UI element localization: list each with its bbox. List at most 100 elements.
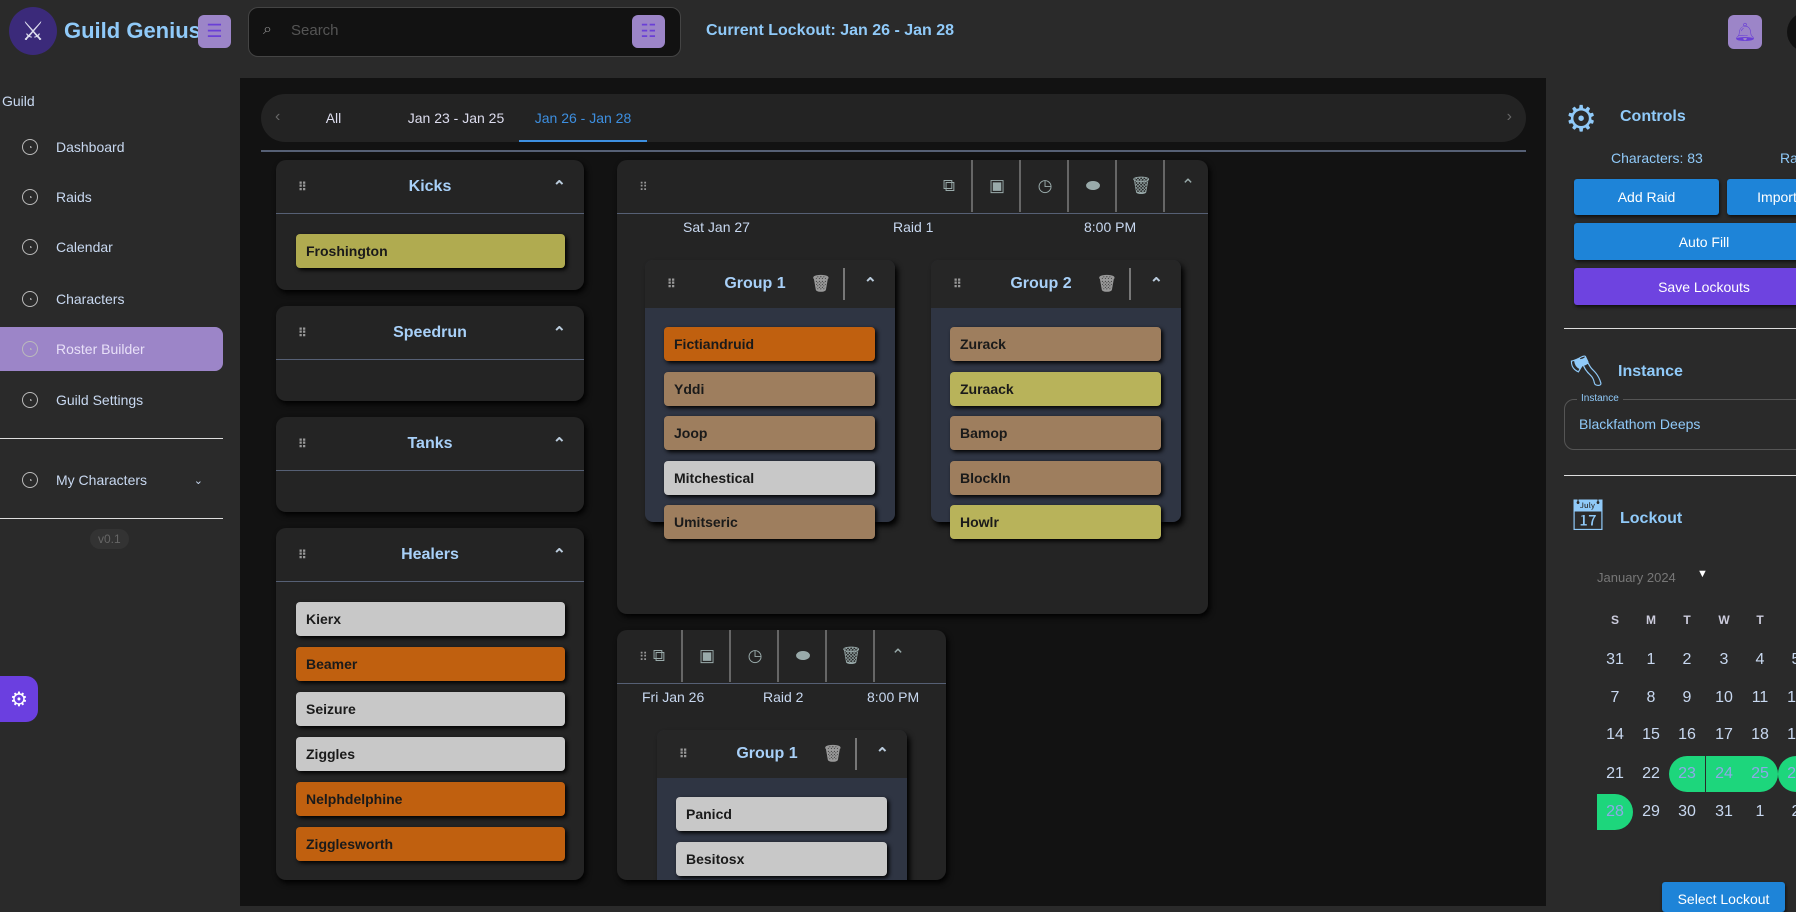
drag-handle-icon[interactable]: ⠿ xyxy=(298,326,307,340)
chevrons-up-icon[interactable]: ⌃ xyxy=(864,274,877,294)
character-chip[interactable]: Blockln xyxy=(950,460,1161,495)
character-chip[interactable]: Besitosx xyxy=(676,841,887,876)
calendar-day[interactable]: 9 xyxy=(1669,680,1705,716)
character-chip[interactable]: Mitchestical xyxy=(664,460,875,495)
calendar-day[interactable]: 24 xyxy=(1706,756,1742,792)
sidebar-item-roster-builder[interactable]: ◔ Roster Builder xyxy=(0,327,223,371)
chevron-right-icon[interactable]: › xyxy=(1507,108,1512,126)
sidebar-item-guild-settings[interactable]: ◔ Guild Settings xyxy=(0,378,223,422)
calendar-day[interactable]: 22 xyxy=(1633,756,1669,792)
character-chip[interactable]: Kierx xyxy=(296,602,565,636)
notifications-button[interactable]: 🔔︎ xyxy=(1728,15,1762,49)
library-add-button[interactable]: ⧉ xyxy=(637,630,683,682)
drag-handle-icon[interactable]: ⠿ xyxy=(298,180,307,194)
character-chip[interactable]: Froshington xyxy=(296,234,565,268)
sidebar-item-raids[interactable]: ◔ Raids xyxy=(0,175,223,219)
character-chip[interactable]: Zigglesworth xyxy=(296,827,565,861)
character-chip[interactable]: Nelphdelphine xyxy=(296,782,565,816)
chevrons-up-icon[interactable]: ⌃ xyxy=(876,744,889,764)
trash-icon[interactable]: 🗑︎ xyxy=(811,274,831,294)
character-chip[interactable]: Joop xyxy=(664,416,875,450)
filter-button[interactable]: ☷ xyxy=(632,15,665,48)
drag-handle-icon[interactable]: ⠿ xyxy=(298,548,307,562)
tab-lockout[interactable]: Jan 26 - Jan 28 xyxy=(519,94,647,142)
avatar[interactable] xyxy=(1787,12,1796,52)
trash-icon[interactable]: 🗑︎ xyxy=(823,744,843,764)
calendar-day[interactable]: 19 xyxy=(1778,717,1796,753)
menu-button[interactable]: ☰ xyxy=(198,15,231,48)
character-chip[interactable]: Fictiandruid xyxy=(664,327,875,361)
calendar-day[interactable]: 1 xyxy=(1633,642,1669,678)
chevrons-up-icon[interactable]: ⌃ xyxy=(553,545,566,565)
toggle-button[interactable]: ⬬ xyxy=(1071,160,1117,212)
trash-icon[interactable]: 🗑︎ xyxy=(1097,274,1117,294)
instance-select[interactable]: Instance Blackfathom Deeps xyxy=(1564,393,1796,450)
sidebar-item-characters[interactable]: ◔ Characters xyxy=(0,277,223,321)
character-chip[interactable]: Zuraack xyxy=(950,371,1161,406)
library-add-button[interactable]: ⧉ xyxy=(927,160,973,212)
chevron-left-icon[interactable]: ‹ xyxy=(275,108,280,126)
character-chip[interactable]: Umitseric xyxy=(664,505,875,539)
chevrons-up-button[interactable]: ⌃ xyxy=(875,630,921,682)
calendar-day[interactable]: 14 xyxy=(1597,717,1633,753)
drag-handle-icon[interactable]: ⠿ xyxy=(667,277,676,291)
calendar-day[interactable]: 8 xyxy=(1633,680,1669,716)
calendar-day[interactable]: 4 xyxy=(1742,642,1778,678)
calendar-day[interactable]: 23 xyxy=(1669,756,1705,792)
character-chip[interactable]: Bamop xyxy=(950,416,1161,450)
calendar-day[interactable]: 31 xyxy=(1706,794,1742,830)
settings-fab[interactable]: ⚙ xyxy=(0,676,38,722)
trash-button[interactable]: 🗑︎ xyxy=(1119,160,1165,212)
character-chip[interactable]: Seizure xyxy=(296,692,565,726)
drag-handle-icon[interactable]: ⠿ xyxy=(953,277,962,291)
calendar-day[interactable]: 28 xyxy=(1597,794,1633,830)
trash-button[interactable]: 🗑︎ xyxy=(829,630,875,682)
tab-lockout[interactable]: All xyxy=(306,94,361,142)
select-lockout-button[interactable]: Select Lockout xyxy=(1662,882,1785,912)
save-lockouts-button[interactable]: Save Lockouts xyxy=(1574,268,1796,305)
chevrons-up-icon[interactable]: ⌃ xyxy=(553,177,566,197)
calendar-day[interactable]: 31 xyxy=(1597,642,1633,678)
drag-handle-icon[interactable]: ⠿ xyxy=(298,437,307,451)
search-input[interactable] xyxy=(291,22,591,39)
toggle-button[interactable]: ⬬ xyxy=(781,630,827,682)
auto-fill-button[interactable]: Auto Fill xyxy=(1574,223,1796,260)
tab-lockout[interactable]: Jan 23 - Jan 25 xyxy=(381,94,531,142)
calendar-day[interactable]: 17 xyxy=(1706,717,1742,753)
calendar-day[interactable]: 11 xyxy=(1742,680,1778,716)
calendar-button[interactable]: ▣ xyxy=(685,630,731,682)
calendar-day[interactable]: 16 xyxy=(1669,717,1705,753)
clock-button[interactable]: ◷ xyxy=(1023,160,1069,212)
chevrons-up-icon[interactable]: ⌃ xyxy=(553,434,566,454)
character-chip[interactable]: Zurack xyxy=(950,327,1161,361)
calendar-day[interactable]: 30 xyxy=(1669,794,1705,830)
calendar-day[interactable]: 18 xyxy=(1742,717,1778,753)
calendar-day[interactable]: 12 xyxy=(1778,680,1796,716)
chevrons-up-button[interactable]: ⌃ xyxy=(1165,160,1208,212)
chevrons-up-icon[interactable]: ⌃ xyxy=(1150,274,1163,294)
calendar-month[interactable]: January 2024 xyxy=(1597,570,1676,585)
drag-handle-icon[interactable]: ⠿ xyxy=(679,747,688,761)
calendar-day[interactable]: 2 xyxy=(1778,794,1796,830)
character-chip[interactable]: Yddi xyxy=(664,371,875,406)
calendar-day[interactable]: 25 xyxy=(1742,756,1778,792)
import-button[interactable]: Import xyxy=(1727,179,1796,215)
sidebar-item-dashboard[interactable]: ◔ Dashboard xyxy=(0,125,223,169)
calendar-day[interactable]: 7 xyxy=(1597,680,1633,716)
sidebar-item-my-characters[interactable]: ◔ My Characters ⌄ xyxy=(0,458,223,502)
character-chip[interactable]: Panicd xyxy=(676,797,887,831)
clock-button[interactable]: ◷ xyxy=(733,630,779,682)
sidebar-item-calendar[interactable]: ◔ Calendar xyxy=(0,225,223,269)
chevrons-up-icon[interactable]: ⌃ xyxy=(553,323,566,343)
calendar-day[interactable]: 5 xyxy=(1778,642,1796,678)
character-chip[interactable]: Beamer xyxy=(296,647,565,681)
calendar-button[interactable]: ▣ xyxy=(975,160,1021,212)
character-chip[interactable]: Ziggles xyxy=(296,737,565,771)
add-raid-button[interactable]: Add Raid xyxy=(1574,179,1719,215)
calendar-day[interactable]: 15 xyxy=(1633,717,1669,753)
calendar-day[interactable]: 3 xyxy=(1706,642,1742,678)
character-chip[interactable]: Howlr xyxy=(950,505,1161,539)
calendar-day[interactable]: 21 xyxy=(1597,756,1633,792)
caret-down-icon[interactable]: ▼ xyxy=(1697,568,1708,580)
calendar-day[interactable]: 29 xyxy=(1633,794,1669,830)
